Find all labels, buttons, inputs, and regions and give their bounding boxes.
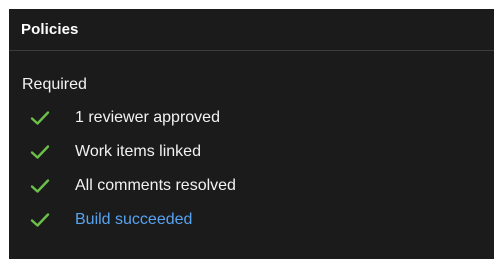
panel-header: Policies [9,9,494,51]
policy-item-comments-resolved: All comments resolved [22,169,494,203]
required-label: Required [22,76,87,93]
policy-label: All comments resolved [75,177,236,194]
check-icon [30,213,50,227]
check-icon [30,111,50,125]
build-succeeded-link[interactable]: Build succeeded [75,210,192,230]
policy-label: Work items linked [75,143,201,160]
required-policies-section: Required 1 reviewer approved Work items … [9,51,494,237]
policy-item-work-items-linked: Work items linked [22,135,494,169]
check-icon [30,179,50,193]
policies-panel: Policies Required 1 reviewer approved Wo… [9,9,494,259]
policy-item-reviewer-approved: 1 reviewer approved [22,101,494,135]
policy-label: 1 reviewer approved [75,109,220,126]
policy-item-build-succeeded: Build succeeded [22,203,494,237]
panel-title: Policies [21,21,79,38]
check-icon [30,145,50,159]
